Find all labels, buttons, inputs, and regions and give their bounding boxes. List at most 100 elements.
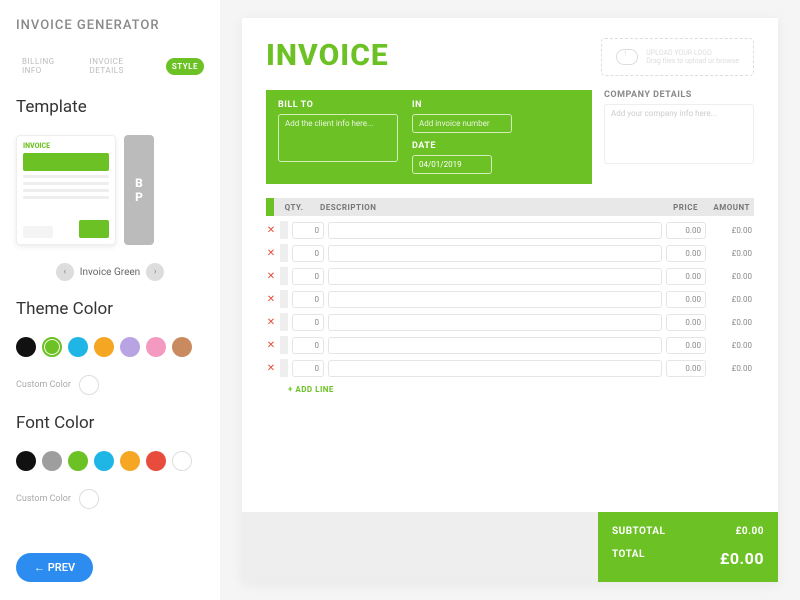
template-thumbnail-selected[interactable]: INVOICE [16, 135, 116, 245]
font-swatch[interactable] [94, 451, 114, 471]
template-nav: ‹ Invoice Green › [16, 263, 204, 281]
upload-logo-line2: Drag files to upload or browse [646, 57, 739, 65]
col-description: DESCRIPTION [314, 199, 654, 216]
line-item: ✕ £0.00 [266, 336, 754, 354]
line-item: ✕ £0.00 [266, 267, 754, 285]
section-theme-color-heading: Theme Color [16, 299, 204, 319]
header-color-bar [266, 198, 274, 216]
drag-handle[interactable] [280, 359, 288, 377]
delete-line-icon[interactable]: ✕ [266, 248, 276, 259]
bill-to-label: BILL TO [278, 100, 398, 110]
line-description-input[interactable] [328, 360, 662, 377]
line-items: ✕£0.00✕£0.00✕£0.00✕£0.00✕£0.00✕£0.00✕£0.… [266, 216, 754, 377]
font-swatch[interactable] [120, 451, 140, 471]
delete-line-icon[interactable]: ✕ [266, 225, 276, 236]
totals-bar: SUBTOTAL £0.00 TOTAL £0.00 [242, 512, 778, 582]
upload-logo-box[interactable]: UPLOAD YOUR LOGO Drag files to upload or… [601, 38, 754, 76]
template-prev-button[interactable]: ‹ [56, 263, 74, 281]
drag-handle[interactable] [280, 221, 288, 239]
line-price-input[interactable] [666, 337, 706, 354]
line-amount: £0.00 [710, 341, 754, 350]
line-qty-input[interactable] [292, 268, 324, 285]
bill-to-input[interactable] [278, 114, 398, 162]
date-label: DATE [412, 141, 512, 151]
col-price: PRICE [654, 199, 704, 216]
theme-custom-swatch[interactable] [79, 375, 99, 395]
theme-swatch[interactable] [120, 337, 140, 357]
theme-color-swatches [16, 337, 204, 357]
line-amount: £0.00 [710, 249, 754, 258]
drag-handle[interactable] [280, 244, 288, 262]
theme-swatch[interactable] [146, 337, 166, 357]
template-thumbnail-next[interactable]: BP [124, 135, 154, 245]
line-price-input[interactable] [666, 245, 706, 262]
delete-line-icon[interactable]: ✕ [266, 271, 276, 282]
line-amount: £0.00 [710, 272, 754, 281]
font-swatch[interactable] [68, 451, 88, 471]
template-picker: INVOICE BP [16, 135, 204, 245]
line-price-input[interactable] [666, 268, 706, 285]
theme-swatch[interactable] [94, 337, 114, 357]
company-details-box: COMPANY DETAILS [604, 90, 754, 184]
line-description-input[interactable] [328, 268, 662, 285]
line-items-header: QTY. DESCRIPTION PRICE AMOUNT [266, 198, 754, 216]
line-description-input[interactable] [328, 245, 662, 262]
company-details-input[interactable] [604, 104, 754, 164]
font-swatch[interactable] [146, 451, 166, 471]
line-qty-input[interactable] [292, 291, 324, 308]
date-input[interactable] [412, 155, 492, 174]
invoice-header-green: BILL TO IN DATE [266, 90, 592, 184]
drag-handle[interactable] [280, 313, 288, 331]
line-item: ✕ £0.00 [266, 359, 754, 377]
drag-handle[interactable] [280, 336, 288, 354]
template-next-button[interactable]: › [146, 263, 164, 281]
line-price-input[interactable] [666, 314, 706, 331]
font-swatch[interactable] [42, 451, 62, 471]
line-qty-input[interactable] [292, 314, 324, 331]
tab-invoice-details[interactable]: INVOICE DETAILS [84, 53, 162, 79]
font-swatch[interactable] [172, 451, 192, 471]
delete-line-icon[interactable]: ✕ [266, 363, 276, 374]
drag-handle[interactable] [280, 290, 288, 308]
line-description-input[interactable] [328, 337, 662, 354]
drag-handle[interactable] [280, 267, 288, 285]
theme-swatch[interactable] [16, 337, 36, 357]
delete-line-icon[interactable]: ✕ [266, 340, 276, 351]
delete-line-icon[interactable]: ✕ [266, 317, 276, 328]
totals-box: SUBTOTAL £0.00 TOTAL £0.00 [598, 512, 778, 582]
section-template-heading: Template [16, 97, 204, 117]
cloud-upload-icon [616, 49, 638, 65]
invoice-number-input[interactable] [412, 114, 512, 133]
delete-line-icon[interactable]: ✕ [266, 294, 276, 305]
theme-swatch[interactable] [172, 337, 192, 357]
line-qty-input[interactable] [292, 360, 324, 377]
prev-button[interactable]: ← PREV [16, 553, 93, 582]
line-price-input[interactable] [666, 360, 706, 377]
theme-custom-row: Custom Color [16, 375, 204, 395]
section-font-color-heading: Font Color [16, 413, 204, 433]
line-description-input[interactable] [328, 222, 662, 239]
total-label: TOTAL [612, 549, 645, 568]
line-description-input[interactable] [328, 314, 662, 331]
font-custom-swatch[interactable] [79, 489, 99, 509]
line-qty-input[interactable] [292, 337, 324, 354]
line-amount: £0.00 [710, 364, 754, 373]
line-price-input[interactable] [666, 291, 706, 308]
line-item: ✕ £0.00 [266, 244, 754, 262]
line-item: ✕ £0.00 [266, 290, 754, 308]
theme-swatch[interactable] [42, 337, 62, 357]
line-qty-input[interactable] [292, 245, 324, 262]
template-name: Invoice Green [80, 267, 140, 278]
totals-pad [242, 512, 598, 582]
tab-billing-info[interactable]: BILLING INFO [16, 53, 80, 79]
invoice-number-label: IN [412, 100, 512, 110]
line-description-input[interactable] [328, 291, 662, 308]
add-line-button[interactable]: + ADD LINE [288, 385, 754, 394]
font-swatch[interactable] [16, 451, 36, 471]
tab-style[interactable]: STYLE [166, 58, 204, 75]
theme-swatch[interactable] [68, 337, 88, 357]
col-qty: QTY. [274, 199, 314, 216]
line-qty-input[interactable] [292, 222, 324, 239]
line-amount: £0.00 [710, 295, 754, 304]
line-price-input[interactable] [666, 222, 706, 239]
